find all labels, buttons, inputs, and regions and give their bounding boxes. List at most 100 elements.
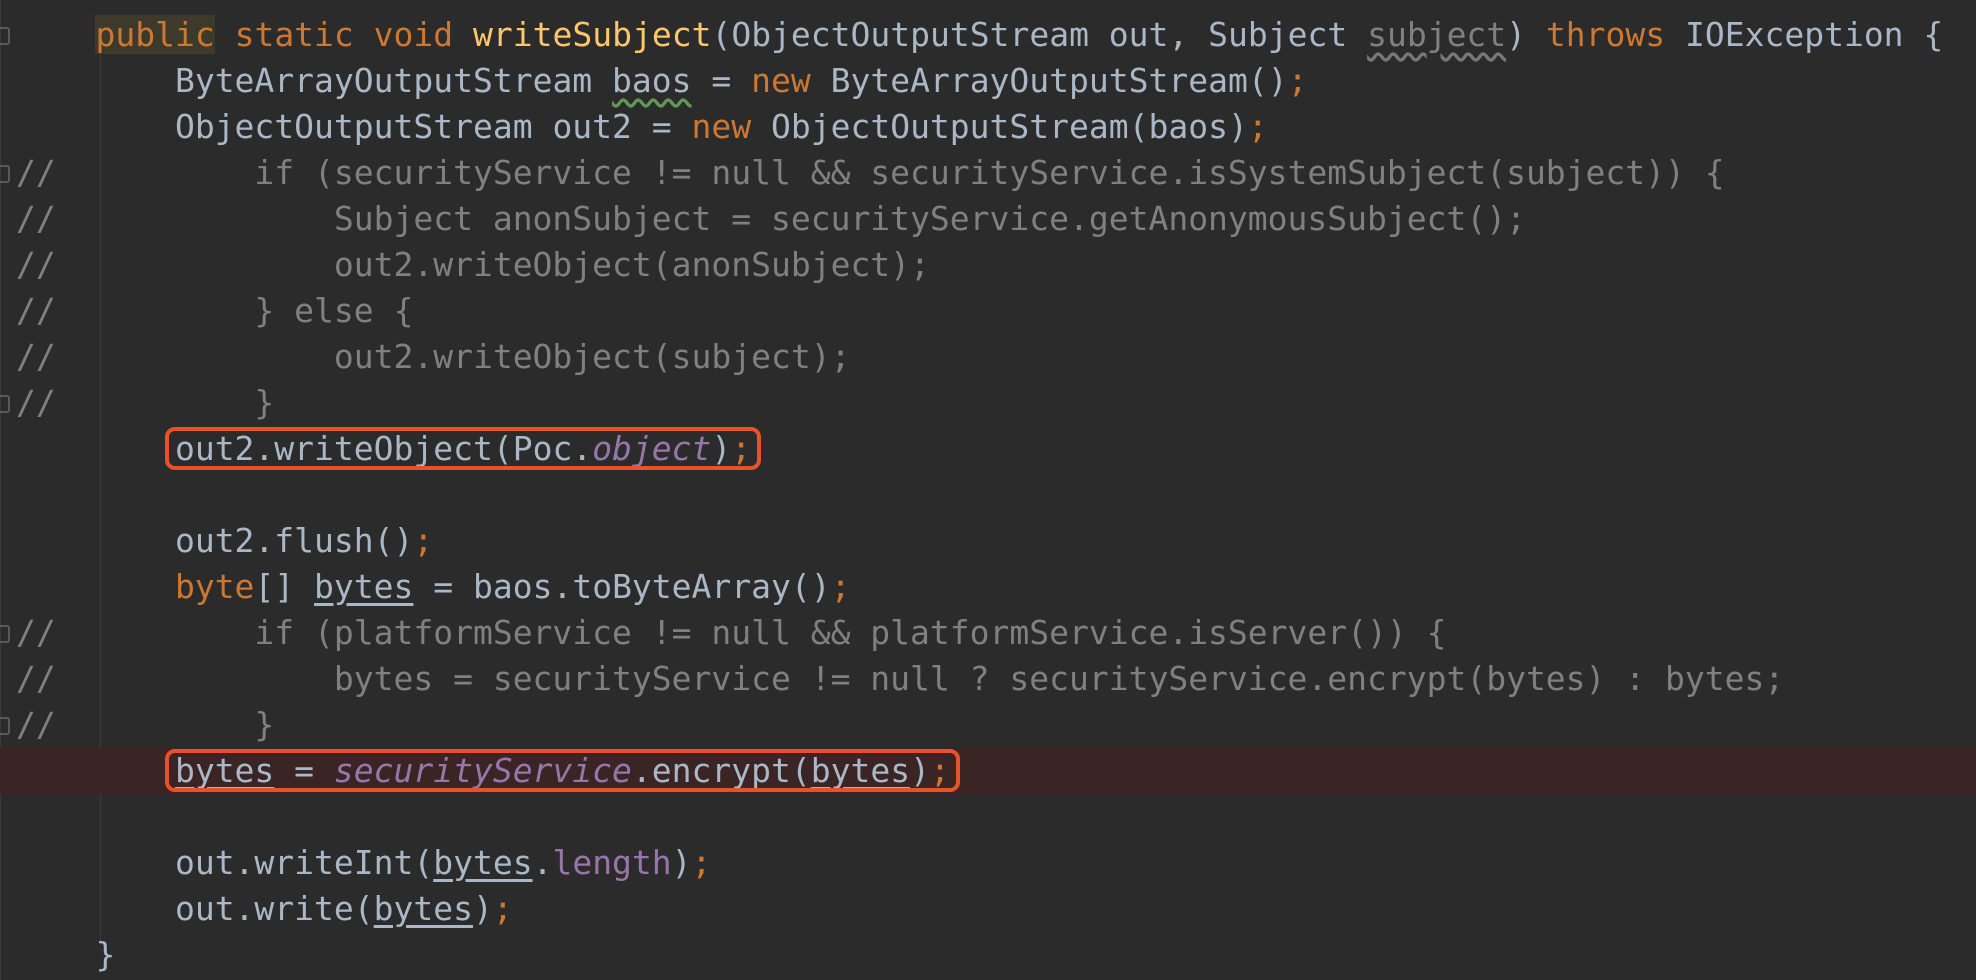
code-token: ) (472, 889, 493, 928)
code-token: // if (securityService != null && securi… (16, 153, 1725, 192)
code-text: // out2.writeObject(subject); (16, 334, 850, 380)
highlight-box (164, 749, 960, 792)
code-token: ByteArrayOutputStream() (810, 61, 1288, 100)
code-token: // } (16, 705, 275, 744)
code-text: // if (platformService != null && platfo… (16, 610, 1446, 656)
code-text: ByteArrayOutputStream baos = new ByteArr… (16, 58, 1308, 104)
code-token: ObjectOutputStream out2 = (174, 107, 692, 146)
code-token: bytes (314, 567, 414, 606)
code-line[interactable]: // } else { (0, 288, 1976, 334)
code-token: // out2.writeObject(subject); (16, 337, 851, 376)
code-text: } (16, 932, 115, 978)
code-token: ; (830, 567, 851, 606)
code-line[interactable]: // bytes = securityService != null ? sec… (0, 656, 1976, 702)
code-line[interactable]: public static void writeSubject(ObjectOu… (0, 12, 1976, 58)
code-text: // bytes = securityService != null ? sec… (16, 656, 1784, 702)
code-text: // } (16, 702, 274, 748)
highlight-box (164, 427, 762, 470)
code-token: (ObjectOutputStream out, Subject (711, 15, 1368, 54)
code-token: ObjectOutputStream(baos) (751, 107, 1248, 146)
code-token: public (95, 15, 215, 54)
code-token: bytes (373, 889, 473, 928)
code-line[interactable]: } (0, 932, 1976, 978)
code-token: = (691, 61, 752, 100)
code-line[interactable] (0, 794, 1976, 840)
code-text: out2.flush(); (16, 518, 433, 564)
code-token: // } (16, 383, 275, 422)
code-token: } (95, 935, 116, 974)
code-text: public static void writeSubject(ObjectOu… (16, 12, 1943, 58)
fold-marker-icon[interactable] (0, 165, 10, 183)
code-token: = baos.toByteArray() (413, 567, 831, 606)
code-line[interactable]: // out2.writeObject(anonSubject); (0, 242, 1976, 288)
code-token: IOException { (1665, 15, 1944, 54)
code-token: ) (1506, 15, 1546, 54)
code-line[interactable]: // if (platformService != null && platfo… (0, 610, 1976, 656)
code-editor[interactable]: public static void writeSubject(ObjectOu… (0, 0, 1976, 980)
code-token: void (373, 15, 454, 54)
code-token: // Subject anonSubject = securityService… (16, 199, 1526, 238)
fold-marker-icon[interactable] (0, 625, 10, 643)
code-token: new (691, 107, 752, 146)
code-token: new (751, 61, 811, 100)
code-token: writeSubject (473, 15, 712, 54)
code-line[interactable]: // Subject anonSubject = securityService… (0, 196, 1976, 242)
code-token: out2.flush() (174, 521, 414, 560)
code-token: throws (1545, 15, 1666, 54)
code-token: ; (413, 521, 434, 560)
code-token: . (532, 843, 553, 882)
code-token: ; (1247, 107, 1268, 146)
code-token: baos (612, 61, 692, 100)
code-token: ; (492, 889, 513, 928)
code-token: out.writeInt( (174, 843, 434, 882)
code-token: ; (691, 843, 712, 882)
code-text: // if (securityService != null && securi… (16, 150, 1725, 196)
code-line[interactable]: // } (0, 380, 1976, 426)
code-text: out.writeInt(bytes.length); (16, 840, 711, 886)
code-token: ) (671, 843, 692, 882)
code-text: // out2.writeObject(anonSubject); (16, 242, 930, 288)
code-line[interactable]: out.writeInt(bytes.length); (0, 840, 1976, 886)
code-line[interactable]: out2.flush(); (0, 518, 1976, 564)
code-text: out.write(bytes); (16, 886, 513, 932)
code-token: subject (1367, 15, 1507, 54)
fold-marker-icon[interactable] (0, 27, 10, 45)
code-text: // } else { (16, 288, 413, 334)
code-token: // bytes = securityService != null ? sec… (16, 659, 1785, 698)
code-line[interactable]: out.write(bytes); (0, 886, 1976, 932)
code-text: ObjectOutputStream out2 = new ObjectOutp… (16, 104, 1268, 150)
code-line[interactable]: // out2.writeObject(subject); (0, 334, 1976, 380)
code-token: // out2.writeObject(anonSubject); (16, 245, 930, 284)
code-token: // if (platformService != null && platfo… (16, 613, 1447, 652)
code-token: byte (174, 567, 255, 606)
code-text: byte[] bytes = baos.toByteArray(); (16, 564, 851, 610)
fold-marker-icon[interactable] (0, 395, 10, 413)
code-line[interactable] (0, 472, 1976, 518)
code-token: ByteArrayOutputStream (174, 61, 613, 100)
code-token: static (234, 15, 354, 54)
code-token: length (552, 843, 672, 882)
code-text: // } (16, 380, 274, 426)
code-token: bytes (433, 843, 533, 882)
code-line[interactable]: // if (securityService != null && securi… (0, 150, 1976, 196)
code-token: [] (254, 567, 315, 606)
code-line[interactable]: ByteArrayOutputStream baos = new ByteArr… (0, 58, 1976, 104)
fold-marker-icon[interactable] (0, 717, 10, 735)
code-token: ; (1287, 61, 1308, 100)
code-line[interactable]: // } (0, 702, 1976, 748)
code-token: out.write( (174, 889, 374, 928)
code-line[interactable]: byte[] bytes = baos.toByteArray(); (0, 564, 1976, 610)
code-line[interactable]: ObjectOutputStream out2 = new ObjectOutp… (0, 104, 1976, 150)
